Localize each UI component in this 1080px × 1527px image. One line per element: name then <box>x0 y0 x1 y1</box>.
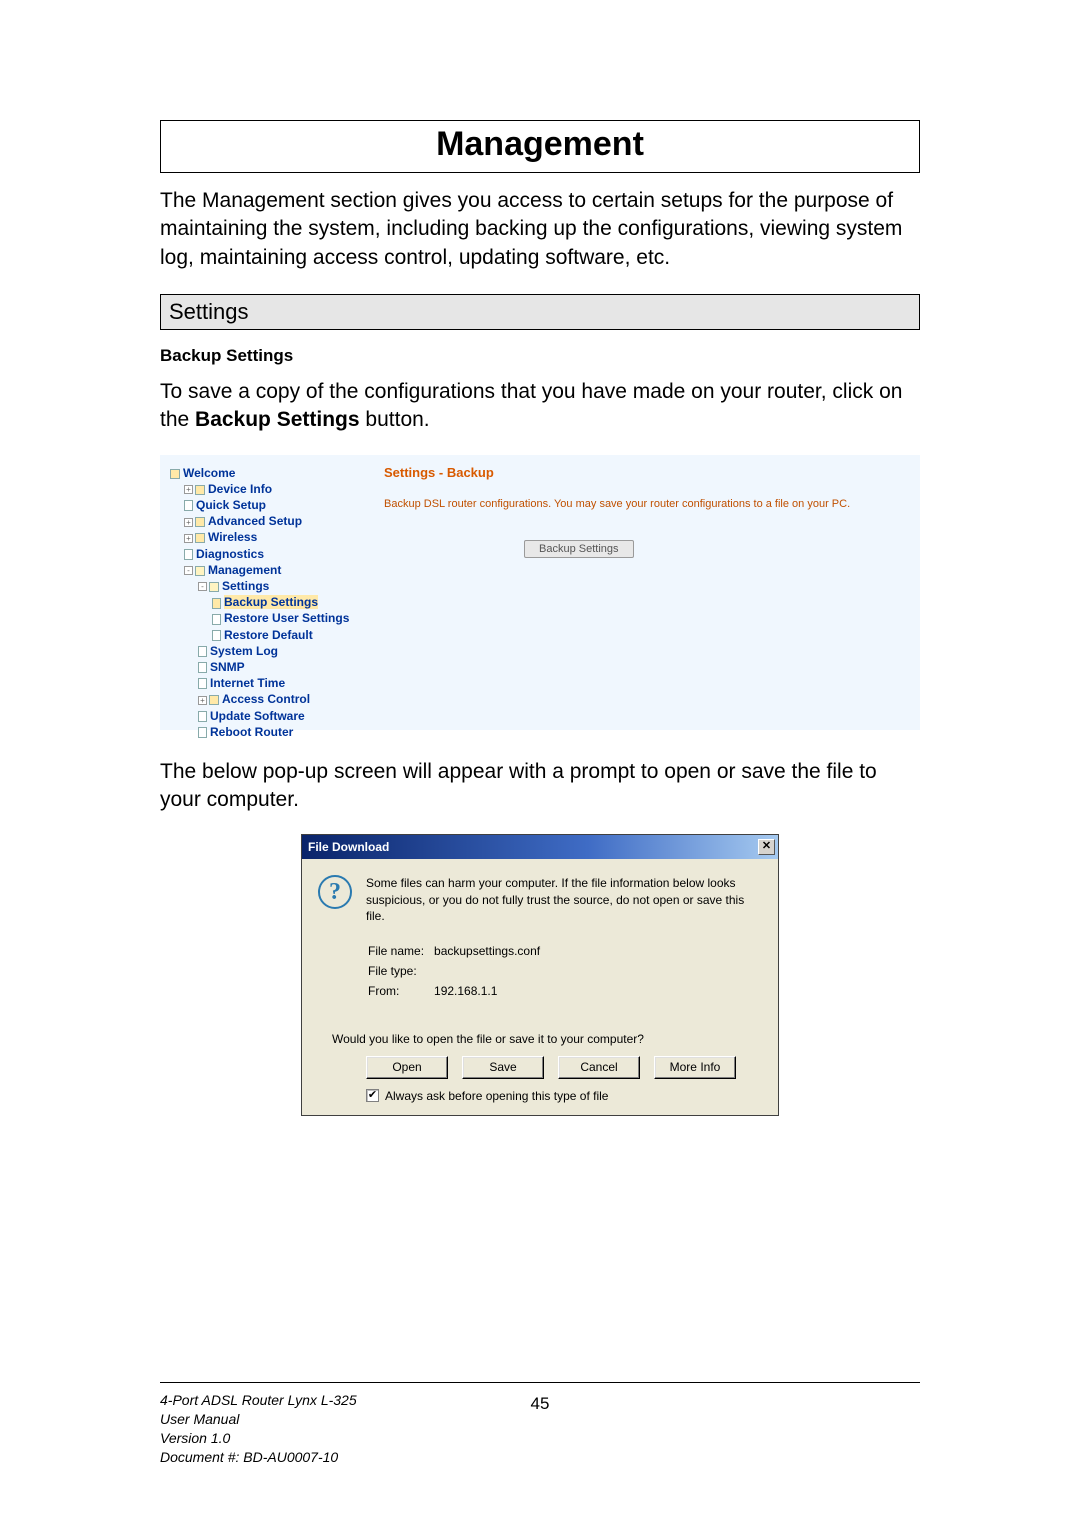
dialog-titlebar: File Download ✕ <box>302 835 778 859</box>
folder-icon <box>195 517 205 527</box>
folder-open-icon <box>195 566 205 576</box>
tree-settings[interactable]: -Settings <box>198 578 360 594</box>
body-paragraph-2: The below pop-up screen will appear with… <box>160 758 920 815</box>
dialog-title: File Download <box>308 840 389 854</box>
filename-value: backupsettings.conf <box>434 942 548 960</box>
tree-device-info[interactable]: +Device Info <box>184 481 360 497</box>
file-download-dialog: File Download ✕ ? Some files can harm yo… <box>301 834 779 1116</box>
panel-description: Backup DSL router configurations. You ma… <box>384 498 910 510</box>
question-icon: ? <box>318 875 352 909</box>
tree-update-software[interactable]: Update Software <box>198 708 360 724</box>
tree-access-control[interactable]: +Access Control <box>198 691 360 707</box>
page-icon <box>212 614 221 625</box>
page-icon <box>184 549 193 560</box>
save-button[interactable]: Save <box>462 1056 544 1079</box>
tree-advanced-setup[interactable]: +Advanced Setup <box>184 513 360 529</box>
nav-tree: Welcome +Device Info Quick Setup +Advanc… <box>170 465 360 720</box>
footer-docnum: Document #: BD-AU0007-10 <box>160 1448 920 1467</box>
from-value: 192.168.1.1 <box>434 982 548 1000</box>
tree-management[interactable]: -Management <box>184 562 360 578</box>
body1-bold: Backup Settings <box>195 408 360 431</box>
tree-reboot-router[interactable]: Reboot Router <box>198 724 360 740</box>
tree-internet-time[interactable]: Internet Time <box>198 675 360 691</box>
tree-diagnostics[interactable]: Diagnostics <box>184 546 360 562</box>
folder-icon <box>195 533 205 543</box>
tree-welcome[interactable]: Welcome <box>170 465 360 481</box>
filename-label: File name: <box>368 942 432 960</box>
from-label: From: <box>368 982 432 1000</box>
page-icon <box>212 598 221 609</box>
subsection-heading: Backup Settings <box>160 346 920 366</box>
page-title: Management <box>161 121 919 172</box>
expand-icon[interactable]: + <box>184 485 193 494</box>
tree-backup-settings[interactable]: Backup Settings <box>212 594 360 610</box>
page-icon <box>184 500 193 511</box>
body1-suffix: button. <box>360 408 430 431</box>
expand-icon[interactable]: + <box>198 696 207 705</box>
page-icon <box>198 662 207 673</box>
expand-icon[interactable]: + <box>184 518 193 527</box>
page-number: 45 <box>160 1394 920 1414</box>
more-info-button[interactable]: More Info <box>654 1056 736 1079</box>
cancel-button[interactable]: Cancel <box>558 1056 640 1079</box>
folder-icon <box>195 485 205 495</box>
router-main-panel: Settings - Backup Backup DSL router conf… <box>384 465 910 720</box>
open-button[interactable]: Open <box>366 1056 448 1079</box>
dialog-file-info: File name:backupsettings.conf File type:… <box>366 940 762 1002</box>
page-icon <box>198 678 207 689</box>
body-paragraph-1: To save a copy of the configurations tha… <box>160 378 920 435</box>
filetype-label: File type: <box>368 962 432 980</box>
dialog-warning: Some files can harm your computer. If th… <box>366 875 762 924</box>
collapse-icon[interactable]: - <box>198 582 207 591</box>
filetype-value <box>434 962 548 980</box>
panel-title: Settings - Backup <box>384 465 910 480</box>
page-icon <box>198 711 207 722</box>
expand-icon[interactable]: + <box>184 534 193 543</box>
page-icon <box>212 630 221 641</box>
book-icon <box>170 469 180 479</box>
folder-icon <box>209 695 219 705</box>
dialog-prompt: Would you like to open the file or save … <box>332 1032 762 1046</box>
page-icon <box>198 646 207 657</box>
section-heading: Settings <box>160 294 920 330</box>
page-title-box: Management <box>160 120 920 173</box>
tree-quick-setup[interactable]: Quick Setup <box>184 497 360 513</box>
footer-version: Version 1.0 <box>160 1429 920 1448</box>
tree-wireless[interactable]: +Wireless <box>184 529 360 545</box>
tree-snmp[interactable]: SNMP <box>198 659 360 675</box>
collapse-icon[interactable]: - <box>184 566 193 575</box>
always-ask-checkbox[interactable]: ✔ <box>366 1089 379 1102</box>
tree-system-log[interactable]: System Log <box>198 643 360 659</box>
close-icon[interactable]: ✕ <box>758 839 775 855</box>
tree-restore-user[interactable]: Restore User Settings <box>212 610 360 626</box>
page-footer: 4-Port ADSL Router Lynx L-325 User Manua… <box>160 1382 920 1467</box>
page-icon <box>198 727 207 738</box>
folder-open-icon <box>209 582 219 592</box>
tree-restore-default[interactable]: Restore Default <box>212 627 360 643</box>
backup-settings-button[interactable]: Backup Settings <box>524 540 634 558</box>
router-ui-screenshot: Welcome +Device Info Quick Setup +Advanc… <box>160 455 920 730</box>
always-ask-label: Always ask before opening this type of f… <box>385 1089 608 1103</box>
intro-paragraph: The Management section gives you access … <box>160 187 920 272</box>
